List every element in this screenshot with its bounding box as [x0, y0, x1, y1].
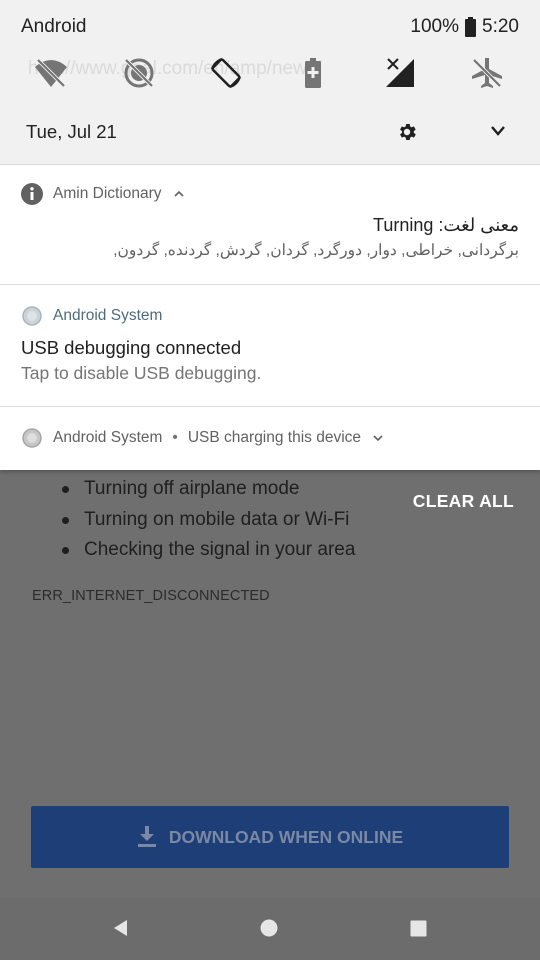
- home-icon[interactable]: [260, 919, 278, 937]
- navigation-bar: [0, 898, 540, 960]
- app-name: Android System: [53, 429, 163, 446]
- download-when-online-button[interactable]: DOWNLOAD WHEN ONLINE: [31, 806, 509, 868]
- list-item: Turning on mobile data or Wi-Fi: [62, 509, 355, 540]
- wifi-off-icon[interactable]: [33, 55, 69, 91]
- info-icon: [21, 183, 43, 205]
- notification-header: Amin Dictionary: [21, 183, 184, 205]
- suggestion-list: Turning off airplane mode Turning on mob…: [62, 478, 355, 570]
- notification-title: USB debugging connected: [21, 337, 242, 358]
- carrier-label: Android: [21, 16, 87, 37]
- list-item: Turning off airplane mode: [62, 478, 355, 509]
- notification-amin-dictionary[interactable]: Amin Dictionary معنی لغت: Turning برگردا…: [0, 165, 540, 285]
- battery-saver-icon[interactable]: [295, 55, 331, 91]
- notification-header: Android System: [21, 305, 162, 327]
- notification-usb-debugging[interactable]: Android System USB debugging connected T…: [0, 285, 540, 407]
- gear-icon[interactable]: [396, 121, 418, 143]
- chevron-down-icon[interactable]: [489, 124, 507, 138]
- recent-apps-icon[interactable]: [410, 920, 427, 937]
- chevron-down-icon[interactable]: [373, 434, 383, 442]
- ghost-url: http://www.goal.com/en/amp/news/: [28, 58, 322, 79]
- notification-header: Android System • USB charging this devic…: [21, 427, 383, 449]
- notification-shade: http://www.goal.com/en/amp/news/ Android…: [0, 0, 540, 470]
- download-button-label: DOWNLOAD WHEN ONLINE: [168, 826, 404, 847]
- back-icon[interactable]: [112, 919, 130, 937]
- auto-rotate-icon[interactable]: [208, 55, 244, 91]
- data-saver-off-icon[interactable]: [121, 55, 157, 91]
- notification-body: Tap to disable USB debugging.: [21, 363, 262, 383]
- date-label: Tue, Jul 21: [26, 121, 117, 142]
- battery-icon: [465, 17, 477, 37]
- mobile-data-off-icon[interactable]: [382, 55, 418, 91]
- download-icon: [137, 826, 156, 847]
- separator-dot: •: [172, 429, 178, 446]
- notification-usb-charging[interactable]: Android System • USB charging this devic…: [0, 407, 540, 470]
- android-system-icon: [22, 428, 42, 448]
- app-name: Android System: [53, 307, 163, 324]
- notification-summary: USB charging this device: [187, 429, 362, 446]
- chevron-up-icon[interactable]: [173, 190, 184, 198]
- status-bar-right: 100% 5:20: [410, 16, 519, 38]
- error-code: ERR_INTERNET_DISCONNECTED: [32, 588, 270, 604]
- airplane-mode-off-icon[interactable]: [469, 55, 505, 91]
- android-system-icon: [22, 306, 42, 326]
- clock: 5:20: [482, 16, 519, 37]
- notification-body: برگردانی, خراطی, دوار, دورگرد, گردان, گر…: [113, 242, 519, 259]
- clear-all-button[interactable]: CLEAR ALL: [413, 491, 514, 512]
- quick-settings-panel: http://www.goal.com/en/amp/news/ Android…: [0, 0, 540, 165]
- app-name: Amin Dictionary: [53, 185, 162, 202]
- battery-percent: 100%: [410, 16, 460, 37]
- list-item: Checking the signal in your area: [62, 539, 355, 570]
- notification-title: معنی لغت: Turning: [373, 215, 519, 235]
